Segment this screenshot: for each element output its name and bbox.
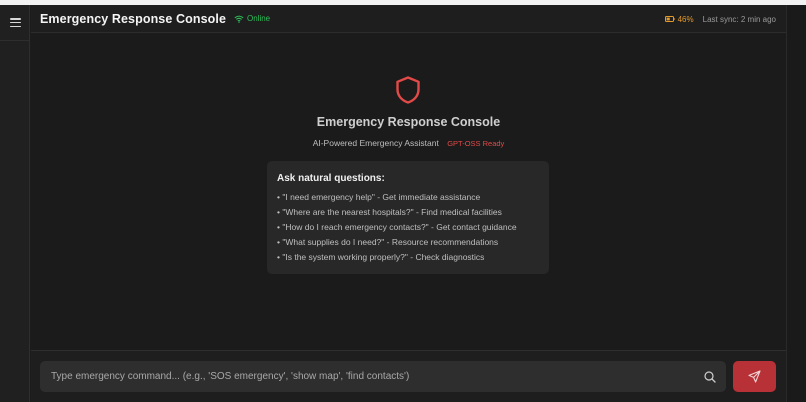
header-indicators: 46% Last sync: 2 min ago: [664, 5, 776, 33]
shield-icon: [396, 76, 420, 104]
send-button[interactable]: [733, 361, 776, 392]
battery-indicator: 46%: [664, 14, 694, 24]
menu-button[interactable]: [0, 5, 30, 41]
model-status-badge: GPT-OSS Ready: [447, 139, 505, 148]
command-input-wrapper: [40, 361, 726, 392]
app-window: Emergency Response Console Online 46% La…: [0, 0, 806, 402]
suggestion-item[interactable]: • "What supplies do I need?" - Resource …: [277, 235, 539, 250]
battery-icon: [664, 16, 675, 22]
search-button[interactable]: [694, 361, 726, 392]
suggestion-item[interactable]: • "Where are the nearest hospitals?" - F…: [277, 205, 539, 220]
suggestion-item[interactable]: • "I need emergency help" - Get immediat…: [277, 190, 539, 205]
side-rail: [0, 5, 30, 402]
header-bar: Emergency Response Console Online 46% La…: [31, 5, 786, 33]
welcome-title: Emergency Response Console: [316, 115, 501, 129]
chat-area: Emergency Response Console AI-Powered Em…: [31, 34, 786, 350]
suggestion-item[interactable]: • "Is the system working properly?" - Ch…: [277, 250, 539, 265]
suggestion-item[interactable]: • "How do I reach emergency contacts?" -…: [277, 220, 539, 235]
command-input[interactable]: [40, 361, 694, 392]
wifi-icon: [234, 15, 244, 23]
suggestions-title: Ask natural questions:: [277, 173, 385, 184]
menu-icon: [9, 18, 21, 27]
last-sync: Last sync: 2 min ago: [702, 14, 776, 24]
search-icon: [704, 370, 716, 383]
app-title: Emergency Response Console: [40, 11, 226, 26]
send-icon: [748, 370, 761, 383]
welcome-subtitle: AI-Powered Emergency Assistant GPT-OSS R…: [31, 138, 786, 148]
battery-level: 46%: [677, 14, 694, 24]
status-label: Online: [247, 14, 271, 23]
command-bar: [31, 350, 786, 402]
suggestions-card: Ask natural questions: • "I need emergen…: [267, 161, 549, 274]
connection-status: Online: [234, 14, 270, 23]
assistant-label: AI-Powered Emergency Assistant: [312, 138, 439, 148]
right-edge: [786, 5, 806, 402]
